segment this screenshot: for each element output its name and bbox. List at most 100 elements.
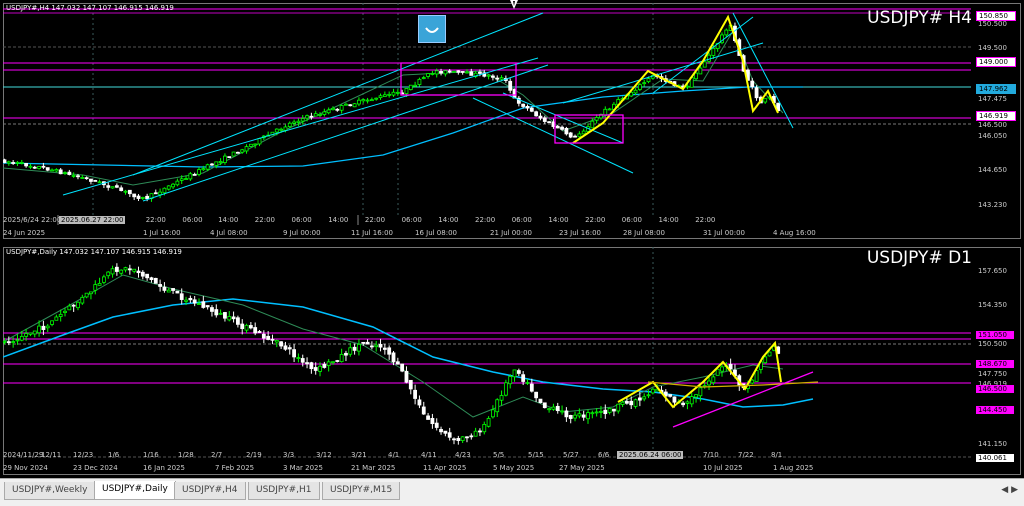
h4-candle-body: [145, 195, 150, 199]
d1-time-label: 3/12: [316, 451, 332, 459]
h4-date-label: 4 Jul 08:00: [210, 229, 248, 237]
tab-usdjpy-h1[interactable]: USDJPY#,H1: [248, 482, 320, 500]
h4-candle-body: [171, 183, 175, 188]
d1-candle-body: [629, 400, 634, 406]
d1-candle-body: [715, 368, 720, 376]
h4-candle-body: [123, 190, 128, 193]
d1-candle-body: [188, 297, 193, 301]
h4-candle-body: [603, 108, 608, 116]
d1-price-label: 147.750: [978, 370, 1007, 378]
d1-candle-body: [400, 363, 405, 372]
h4-price-label: 147.962: [976, 84, 1016, 94]
h4-candle-body: [331, 107, 335, 111]
h4-candle-body: [633, 89, 638, 94]
tab-usdjpy-daily[interactable]: USDJPY#,Daily: [94, 481, 176, 500]
d1-candle-body: [197, 303, 201, 305]
h4-candle-body: [525, 105, 530, 109]
h4-candle-body: [542, 117, 547, 122]
tab-usdjpy-h4[interactable]: USDJPY#,H4: [174, 482, 246, 500]
h4-time-label: 06:00: [511, 216, 532, 224]
d1-candle-body: [153, 277, 158, 284]
d1-candle-body: [171, 288, 175, 291]
d1-time-label: 2/7: [211, 451, 223, 459]
h4-candle-body: [478, 71, 482, 74]
d1-time-axis: 2024/11/29 12/11 12/23 1/6 1/16 1/28 2/7 2/19 3/…: [3, 451, 971, 460]
h4-candle-body: [387, 93, 392, 96]
d1-candle-body: [71, 304, 76, 307]
d1-candle-body: [421, 406, 426, 415]
h4-price-plot[interactable]: [3, 3, 971, 225]
d1-candle-body: [763, 356, 768, 364]
d1-candle-body: [19, 336, 24, 341]
tab-scroll-arrows[interactable]: ◀ ▶: [1001, 485, 1018, 495]
h4-candle-body: [750, 80, 755, 88]
d1-candle-body: [322, 363, 327, 368]
h4-price-axis[interactable]: 150.850 150.500 149.500 149.000 147.962 147.4…: [974, 3, 1024, 221]
h4-date-label: 23 Jul 16:00: [559, 229, 601, 237]
h4-date-label: 31 Jul 00:00: [703, 229, 745, 237]
d1-chart-panel[interactable]: USDJPY#,Daily 147.032 147.107 146.915 14…: [0, 244, 1024, 478]
d1-time-label: 6/6: [598, 451, 610, 459]
h4-candle-body: [382, 94, 387, 97]
d1-candle-body: [413, 389, 418, 399]
tab-usdjpy-weekly[interactable]: USDJPY#,Weekly: [4, 482, 96, 500]
h4-candle-body: [67, 171, 72, 175]
d1-candle-body: [456, 438, 461, 441]
drop-marker-icon: [510, 0, 518, 9]
d1-price-label: 151.050: [976, 331, 1014, 339]
h4-candle-body: [179, 178, 184, 181]
h4-time-label: 14:00: [438, 216, 459, 224]
h4-candle-body: [253, 143, 258, 146]
h4-candle-body: [162, 187, 167, 194]
signal-icon[interactable]: [418, 15, 446, 43]
h4-candle-body: [491, 75, 495, 78]
d1-candle-body: [235, 317, 240, 325]
d1-date-label: 11 Apr 2025: [423, 464, 467, 472]
d1-candle-body: [581, 414, 586, 418]
d1-price-axis[interactable]: 157.650 154.350 151.050 150.500 148.670 147.7…: [974, 247, 1024, 462]
d1-candle-body: [369, 345, 374, 348]
h4-chart-panel[interactable]: USDJPY#,H4 147.032 147.107 146.915 146.9…: [0, 0, 1024, 242]
h4-candle-body: [534, 111, 539, 117]
h4-candle-body: [408, 84, 413, 90]
h4-time-label: 22:00: [145, 216, 166, 224]
d1-candle-body: [486, 418, 491, 427]
h4-time-label: 22:00: [364, 216, 386, 224]
d1-candle-body: [681, 402, 685, 406]
d1-candle-body: [521, 374, 526, 382]
h4-candle-body: [711, 47, 716, 56]
h4-candle-body: [499, 77, 504, 80]
h4-candle-body: [84, 177, 89, 180]
h4-candle-body: [218, 161, 223, 164]
h4-candle-body: [378, 95, 383, 98]
d1-candle-body: [503, 382, 508, 396]
h4-time-axis: 2025/6/24 22:00 22:00 06:00 14:00 22:00 06:00…: [3, 216, 971, 225]
d1-candle-body: [41, 325, 46, 330]
d1-candle-body: [287, 347, 292, 350]
d1-candle-body: [568, 415, 573, 419]
h4-symbol-label: USDJPY# H4: [867, 8, 972, 28]
h4-candle-body: [192, 174, 197, 176]
h4-candle-body: [594, 116, 599, 121]
d1-candle-body: [473, 430, 478, 437]
d1-candle-body: [417, 399, 422, 406]
d1-candle-body: [542, 402, 547, 409]
h4-candle-body: [452, 70, 456, 73]
d1-candle-body: [348, 347, 353, 355]
d1-candle-body: [63, 310, 67, 313]
d1-candle-body: [642, 396, 647, 400]
h4-candle-body: [322, 111, 327, 115]
d1-candle-body: [374, 344, 379, 348]
d1-candle-body: [162, 286, 167, 291]
h4-candle-body: [71, 175, 76, 177]
h4-candle-body: [106, 185, 111, 188]
d1-candle-body: [426, 415, 430, 420]
d1-candle-body: [331, 361, 335, 364]
d1-candle-body: [707, 380, 711, 386]
d1-price-plot[interactable]: [3, 247, 971, 460]
d1-candle-body: [599, 410, 603, 413]
d1-date-label: 7 Feb 2025: [215, 464, 255, 472]
h4-candle-body: [80, 177, 85, 179]
tab-usdjpy-m15[interactable]: USDJPY#,M15: [322, 482, 401, 500]
d1-candle-body: [279, 341, 284, 347]
